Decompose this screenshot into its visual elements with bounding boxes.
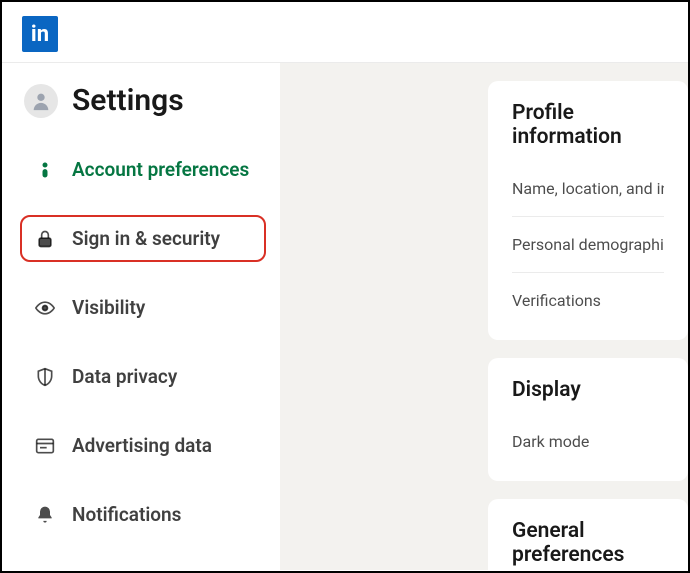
person-icon	[34, 159, 56, 181]
nav-item-notifications[interactable]: Notifications	[20, 491, 266, 538]
linkedin-logo[interactable]: in	[22, 16, 58, 52]
nav-label: Sign in & security	[72, 227, 220, 250]
shield-icon	[34, 366, 56, 388]
nav-list: Account preferences Sign in & security V…	[20, 146, 266, 538]
settings-sidebar: Settings Account preferences Sign in & s…	[2, 63, 280, 570]
settings-header: Settings	[20, 83, 266, 118]
nav-item-visibility[interactable]: Visibility	[20, 284, 266, 331]
card-profile-information: Profile information Name, location, and …	[488, 81, 688, 340]
nav-label: Advertising data	[72, 434, 212, 457]
card-display: Display Dark mode	[488, 358, 688, 481]
card-title: General preferences	[512, 519, 664, 567]
nav-label: Account preferences	[72, 158, 249, 181]
ad-icon	[34, 435, 56, 457]
nav-item-data-privacy[interactable]: Data privacy	[20, 353, 266, 400]
nav-label: Notifications	[72, 503, 181, 526]
logo-text: in	[31, 22, 49, 47]
main-panel: Profile information Name, location, and …	[280, 63, 688, 570]
nav-label: Visibility	[72, 296, 145, 319]
user-avatar[interactable]	[24, 84, 58, 118]
nav-item-advertising-data[interactable]: Advertising data	[20, 422, 266, 469]
nav-item-sign-in-security[interactable]: Sign in & security	[20, 215, 266, 262]
row-dark-mode[interactable]: Dark mode	[512, 422, 664, 461]
card-title: Profile information	[512, 101, 664, 149]
card-general-preferences: General preferences Language Content lan…	[488, 499, 688, 570]
row-name-location[interactable]: Name, location, and industry	[512, 169, 664, 208]
lock-icon	[34, 228, 56, 250]
card-title: Display	[512, 378, 664, 402]
row-demographic[interactable]: Personal demographic information	[512, 216, 664, 264]
eye-icon	[34, 297, 56, 319]
row-verifications[interactable]: Verifications	[512, 272, 664, 320]
bell-icon	[34, 504, 56, 526]
content-wrapper: Settings Account preferences Sign in & s…	[2, 63, 688, 570]
page-title: Settings	[72, 83, 184, 118]
app-header: in	[2, 2, 688, 63]
avatar-icon	[30, 90, 52, 112]
nav-item-account-preferences[interactable]: Account preferences	[20, 146, 266, 193]
nav-label: Data privacy	[72, 365, 177, 388]
